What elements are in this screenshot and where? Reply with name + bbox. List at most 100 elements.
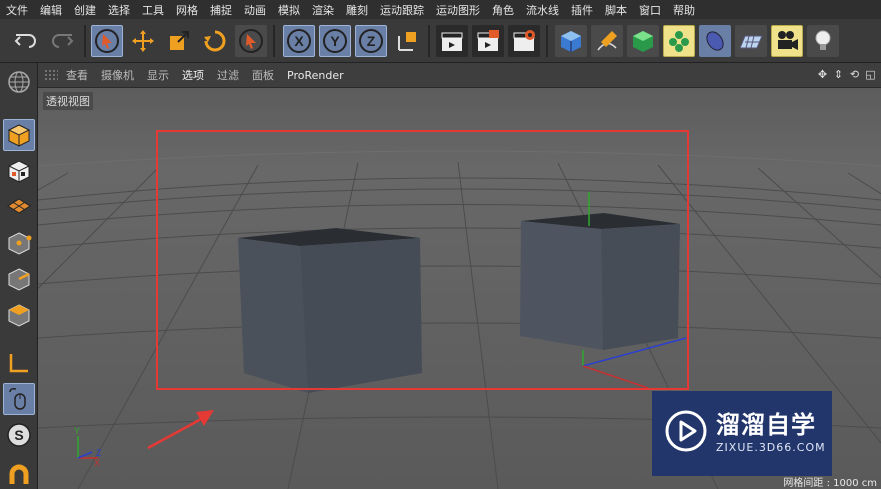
- axis-modify-icon: [9, 354, 28, 373]
- model-mode-button[interactable]: [3, 119, 35, 151]
- menu-edit[interactable]: 编辑: [40, 2, 62, 18]
- menu-mesh[interactable]: 网格: [176, 2, 198, 18]
- add-floor-button[interactable]: [735, 25, 767, 57]
- texture-mode-button[interactable]: [3, 155, 35, 187]
- menu-mograph[interactable]: 运动图形: [436, 2, 480, 18]
- cursor-circle-icon: [239, 29, 263, 53]
- viewport-menu-panel[interactable]: 面板: [252, 67, 274, 83]
- rotate-icon: [204, 30, 226, 52]
- points-cube-icon: [8, 232, 32, 255]
- menu-tools[interactable]: 工具: [142, 2, 164, 18]
- move-icon: [132, 30, 154, 52]
- add-generator-button[interactable]: [627, 25, 659, 57]
- viewport-menu-display[interactable]: 显示: [147, 67, 169, 83]
- y-axis-lock-button[interactable]: Y: [319, 25, 351, 57]
- add-cube-button[interactable]: [555, 25, 587, 57]
- toolbar-separator: [273, 25, 275, 57]
- deformer-icon: [706, 31, 724, 51]
- workplane-grid-icon: [7, 198, 31, 214]
- cube-object-right[interactable]: [520, 213, 680, 350]
- menu-script[interactable]: 脚本: [605, 2, 627, 18]
- watermark-badge: 溜溜自学 ZIXUE.3D66.COM: [652, 391, 832, 476]
- redo-button[interactable]: [46, 25, 78, 57]
- menu-simulate[interactable]: 模拟: [278, 2, 300, 18]
- y-axis-label: Y: [330, 33, 340, 49]
- z-axis-lock-button[interactable]: Z: [355, 25, 387, 57]
- viewport-move-icon[interactable]: ✥: [816, 68, 829, 81]
- pen-spline-icon: [597, 31, 617, 51]
- render-to-picture-viewer-button[interactable]: [472, 25, 504, 57]
- render-view-button[interactable]: [436, 25, 468, 57]
- coordinate-system-button[interactable]: [391, 25, 423, 57]
- viewport-menu-cameras[interactable]: 摄像机: [101, 67, 134, 83]
- polygons-mode-button[interactable]: [3, 299, 35, 331]
- menu-file[interactable]: 文件: [6, 2, 28, 18]
- menu-animate[interactable]: 动画: [244, 2, 266, 18]
- viewport-maximize-icon[interactable]: ◱: [864, 68, 877, 81]
- main-menu-bar: 文件 编辑 创建 选择 工具 网格 捕捉 动画 模拟 渲染 雕刻 运动跟踪 运动…: [0, 0, 881, 19]
- polygons-cube-icon: [8, 304, 30, 327]
- cube-left-side: [238, 238, 308, 393]
- menu-snap[interactable]: 捕捉: [210, 2, 232, 18]
- viewport-rotate-icon[interactable]: ⟲: [848, 68, 861, 81]
- viewport-menu-options[interactable]: 选项: [182, 67, 204, 83]
- scale-icon: [170, 31, 189, 50]
- workplane-mode-button[interactable]: [3, 191, 35, 223]
- tweak-mode-button[interactable]: [3, 383, 35, 415]
- menu-sculpt[interactable]: 雕刻: [346, 2, 368, 18]
- snap-button[interactable]: S: [3, 419, 35, 451]
- live-selection-button[interactable]: [91, 25, 123, 57]
- add-light-button[interactable]: [807, 25, 839, 57]
- magnet-button[interactable]: [3, 459, 35, 489]
- redo-icon: [52, 34, 74, 48]
- clapper-icon: [441, 32, 463, 51]
- toolbar-separator: [84, 25, 86, 57]
- svg-text:X: X: [94, 458, 100, 468]
- edges-mode-button[interactable]: [3, 263, 35, 295]
- z-axis-icon: Z: [359, 29, 383, 53]
- recent-tool-button[interactable]: [235, 25, 267, 57]
- x-axis-lock-button[interactable]: X: [283, 25, 315, 57]
- menu-window[interactable]: 窗口: [639, 2, 661, 18]
- scale-button[interactable]: [163, 25, 195, 57]
- add-deformer-button[interactable]: [699, 25, 731, 57]
- points-mode-button[interactable]: [3, 227, 35, 259]
- undo-button[interactable]: [10, 25, 42, 57]
- axis-mode-button[interactable]: [3, 347, 35, 379]
- add-spline-pen-button[interactable]: [591, 25, 623, 57]
- svg-text:S: S: [14, 427, 23, 443]
- viewport-menu-prorender[interactable]: ProRender: [287, 69, 344, 82]
- menu-select[interactable]: 选择: [108, 2, 130, 18]
- cube-object-left[interactable]: [238, 228, 422, 393]
- menu-motion-tracking[interactable]: 运动跟踪: [380, 2, 424, 18]
- add-camera-button[interactable]: [771, 25, 803, 57]
- globe-icon: [8, 71, 30, 93]
- render-settings-button[interactable]: [508, 25, 540, 57]
- generator-cube-icon: [633, 31, 653, 52]
- menu-help[interactable]: 帮助: [673, 2, 695, 18]
- rotate-button[interactable]: [199, 25, 231, 57]
- mouse-icon: [9, 388, 26, 410]
- grid-spacing-info: 网格间距 : 1000 cm: [783, 478, 877, 489]
- menu-render[interactable]: 渲染: [312, 2, 334, 18]
- panel-grip-icon[interactable]: [44, 69, 58, 81]
- main-toolbar: X Y Z: [0, 19, 881, 63]
- viewport-menu-filter[interactable]: 过滤: [217, 67, 239, 83]
- cursor-circle-icon: [95, 29, 119, 53]
- checker-cube-icon: [8, 160, 30, 183]
- make-editable-button[interactable]: [3, 67, 35, 97]
- cloner-icon: [669, 31, 689, 52]
- menu-character[interactable]: 角色: [492, 2, 514, 18]
- clapper-gear-icon: [513, 30, 535, 51]
- menu-plugins[interactable]: 插件: [571, 2, 593, 18]
- menu-create[interactable]: 创建: [74, 2, 96, 18]
- cube-right-front: [601, 224, 680, 350]
- watermark-play-icon: [665, 410, 707, 452]
- magnet-icon: [9, 464, 29, 484]
- add-mograph-cloner-button[interactable]: [663, 25, 695, 57]
- menu-pipeline[interactable]: 流水线: [526, 2, 559, 18]
- viewport-zoom-icon[interactable]: ⇕: [832, 68, 845, 81]
- model-cube-icon: [7, 124, 31, 147]
- viewport-menu-view[interactable]: 查看: [66, 67, 88, 83]
- move-button[interactable]: [127, 25, 159, 57]
